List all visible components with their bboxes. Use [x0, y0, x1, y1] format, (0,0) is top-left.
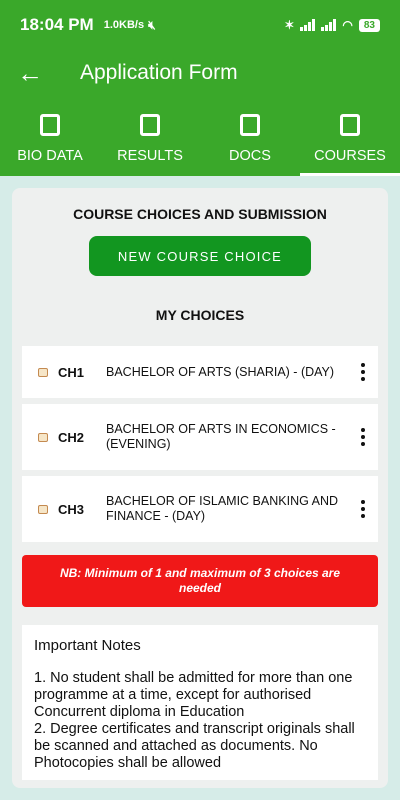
app-bar: 18:04 PM 1.0KB/s 🔇︎ ✶ ◠ 83 ← Application… [0, 0, 400, 176]
signal-icon [300, 19, 316, 31]
network-speed: 1.0KB/s [103, 19, 145, 31]
notes-item: 1. No student shall be admitted for more… [34, 670, 353, 720]
status-time: 18:04 PM [20, 15, 94, 34]
choice-code: CH3 [58, 501, 85, 517]
book-icon [38, 432, 48, 442]
wifi-icon: ◠ [342, 18, 353, 32]
title-bar: ← Application Form [0, 50, 400, 96]
my-choices-title: MY CHOICES [155, 307, 245, 323]
more-vert-icon[interactable] [348, 500, 378, 518]
tab-label: BIO DATA [17, 148, 83, 164]
tab-results[interactable]: RESULTS [100, 110, 200, 176]
choice-code: CH1 [58, 364, 85, 380]
signal-icon-2 [321, 19, 337, 31]
more-vert-icon[interactable] [348, 428, 378, 446]
nb-alert: NB: Minimum of 1 and maximum of 3 choice… [22, 555, 378, 607]
tab-bio-data[interactable]: BIO DATA [0, 110, 100, 176]
new-course-choice-button[interactable]: NEW COURSE CHOICE [89, 236, 311, 276]
notes-item: 2. Degree certificates and transcript or… [34, 721, 355, 771]
choice-name: BACHELOR OF ISLAMIC BANKING AND FINANCE … [106, 494, 338, 523]
choice-code: CH2 [58, 429, 85, 445]
tab-label: COURSES [314, 148, 386, 164]
status-bar: 18:04 PM 1.0KB/s 🔇︎ ✶ ◠ 83 [0, 0, 400, 50]
page-title: Application Form [80, 61, 238, 84]
tab-label: RESULTS [117, 148, 183, 164]
choice-name: BACHELOR OF ARTS (SHARIA) - (DAY) [106, 364, 335, 379]
list-icon [140, 114, 160, 136]
tab-docs[interactable]: DOCS [200, 110, 300, 176]
choice-item[interactable]: CH1 BACHELOR OF ARTS (SHARIA) - (DAY) [22, 346, 378, 398]
tab-bar: BIO DATA RESULTS DOCS COURSES [0, 110, 400, 176]
section-title: COURSE CHOICES AND SUBMISSION [73, 206, 327, 222]
important-notes: Important Notes 1. No student shall be a… [22, 625, 378, 780]
back-arrow-icon[interactable]: ← [0, 50, 60, 96]
book-icon [38, 504, 48, 514]
checkbox-icon [340, 114, 360, 136]
person-icon [40, 114, 60, 136]
tab-courses[interactable]: COURSES [300, 110, 400, 176]
more-vert-icon[interactable] [348, 363, 378, 381]
choice-name: BACHELOR OF ARTS IN ECONOMICS - (EVENING… [106, 422, 336, 451]
choice-item[interactable]: CH2 BACHELOR OF ARTS IN ECONOMICS - (EVE… [22, 404, 378, 470]
notes-heading: Important Notes [34, 637, 141, 654]
clipboard-icon [240, 114, 260, 136]
choice-item[interactable]: CH3 BACHELOR OF ISLAMIC BANKING AND FINA… [22, 476, 378, 542]
course-card: COURSE CHOICES AND SUBMISSION NEW COURSE… [12, 188, 388, 788]
tab-label: DOCS [229, 148, 271, 164]
mute-icon: 🔇︎ [148, 17, 156, 32]
battery-icon: 83 [358, 18, 380, 32]
book-icon [38, 367, 48, 377]
bluetooth-icon: ✶ [284, 18, 295, 32]
